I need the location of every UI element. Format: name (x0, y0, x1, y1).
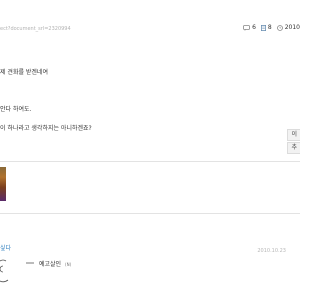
comment-count-value: 6 (252, 24, 256, 31)
reply-author[interactable]: 예고살인 (39, 261, 61, 268)
body-text-line-3: 이 하나라고 생각하지는 아니하겐죠? (0, 125, 92, 132)
side-button-2[interactable]: 추 (287, 142, 300, 154)
attached-image-thumbnail[interactable] (0, 167, 6, 201)
body-text-line-2: 안다 하여도. (0, 106, 32, 113)
comment-time: 2010.10.23 (257, 248, 286, 254)
document-stats: 6 8 2010 (243, 24, 300, 31)
comment-icon (243, 24, 250, 31)
divider (0, 213, 300, 214)
document-url[interactable]: ect?document_srl=2320994 (0, 26, 71, 32)
body-text-line-1: 제 견화를 받겐네여 (0, 69, 48, 76)
new-badge: (N) (65, 262, 72, 267)
clock-icon (276, 24, 283, 31)
document-icon (260, 24, 266, 31)
new-badge-letter: N (66, 262, 70, 267)
document-count[interactable]: 8 (260, 24, 272, 31)
comment-author[interactable]: 싶다 (0, 243, 11, 252)
document-count-value: 8 (267, 24, 272, 31)
comment-count[interactable]: 6 (243, 24, 256, 31)
comment-reply: 예고살인 (N) (39, 259, 71, 268)
divider (0, 161, 300, 162)
document-date: 2010 (276, 24, 300, 31)
side-button-1[interactable]: 이 (287, 129, 300, 141)
document-date-value: 2010 (284, 24, 300, 31)
